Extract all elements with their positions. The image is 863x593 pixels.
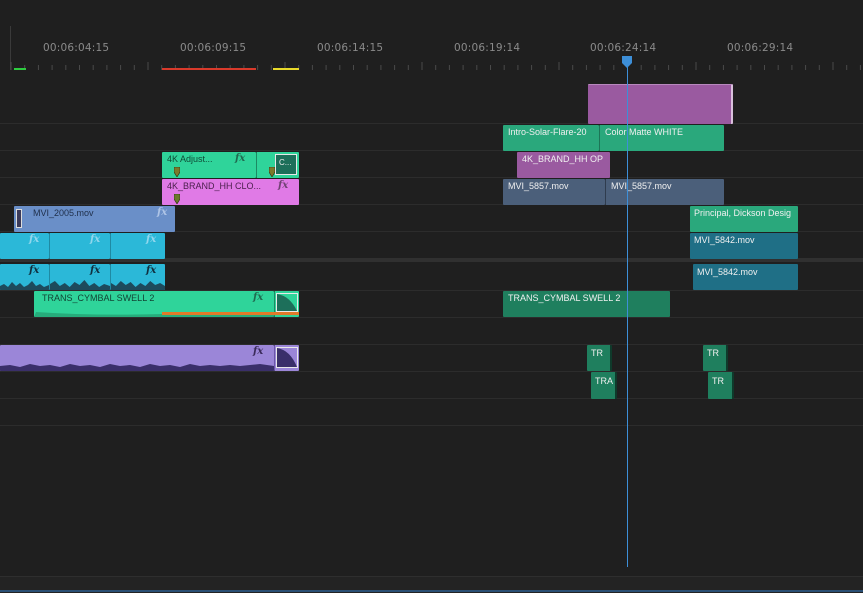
- clip-label: MVI_5857.mov: [611, 181, 672, 191]
- fx-badge: fx: [90, 234, 101, 245]
- clip-label: TR: [591, 348, 603, 358]
- timeline-panel[interactable]: 00:06:04:15 00:06:09:15 00:06:14:15 00:0…: [0, 0, 863, 593]
- clip-tr-1[interactable]: TR: [587, 345, 612, 371]
- waveform: [111, 281, 165, 290]
- clip-label: TRANS_CYMBAL SWELL 2: [508, 293, 621, 303]
- clip-4k-brand-hh-op[interactable]: 4K_BRAND_HH OP: [517, 152, 610, 178]
- clip-audio-cyan-1[interactable]: fx: [0, 264, 49, 290]
- keyframe-icon[interactable]: [269, 167, 275, 177]
- clip-thumbnail: [16, 209, 22, 228]
- clip-cyan-1[interactable]: fx: [0, 233, 49, 259]
- clip-mvi-5857-b[interactable]: MVI_5857.mov: [605, 179, 724, 205]
- clip-tra-1[interactable]: TRA: [591, 372, 617, 399]
- playhead-line[interactable]: [627, 62, 628, 567]
- track-divider: [0, 150, 863, 151]
- clip-principal[interactable]: Principal, Dickson Desig: [690, 206, 798, 232]
- clip-intro-solar-flare[interactable]: Intro-Solar-Flare-20: [503, 125, 599, 151]
- clip-label: TR: [707, 348, 719, 358]
- clip-label: Principal, Dickson Desig: [694, 208, 792, 218]
- waveform: [0, 281, 49, 290]
- track-divider: [0, 123, 863, 124]
- ruler-timecode: 00:06:29:14: [727, 42, 794, 54]
- ruler-timecode: 00:06:19:14: [454, 42, 521, 54]
- clip-audio-cyan-3[interactable]: fx: [110, 264, 165, 290]
- transition-box[interactable]: C...: [275, 154, 297, 175]
- ruler-timecode: 00:06:09:15: [180, 42, 247, 54]
- track-divider: [0, 425, 863, 426]
- clip-purple-block[interactable]: [588, 84, 733, 124]
- clip-label: TR: [712, 376, 724, 386]
- fx-badge: fx: [278, 180, 289, 191]
- clip-lavender-audio[interactable]: fx: [0, 345, 274, 371]
- track-area[interactable]: [0, 71, 863, 593]
- clip-label: 4K_BRAND_HH CLO...: [167, 181, 262, 191]
- keyframe-icon[interactable]: [174, 194, 180, 204]
- playhead-handle-icon[interactable]: [621, 56, 633, 68]
- clip-label: MVI_2005.mov: [33, 208, 94, 218]
- fx-badge: fx: [157, 207, 168, 218]
- clip-label: MVI_5857.mov: [508, 181, 569, 191]
- crossfade-icon[interactable]: [276, 347, 298, 368]
- clip-label: TRA: [595, 376, 613, 386]
- crossfade-icon[interactable]: [276, 293, 298, 312]
- clip-trans-cymbal-swell-2[interactable]: TRANS_CYMBAL SWELL 2: [503, 291, 670, 317]
- clip-mvi-2005[interactable]: MVI_2005.mov fx: [14, 206, 175, 232]
- clip-color-matte[interactable]: Color Matte WHITE: [599, 125, 724, 151]
- marker-red[interactable]: [162, 68, 256, 70]
- track-divider: [0, 177, 863, 178]
- fx-badge: fx: [253, 346, 264, 357]
- fx-badge: fx: [146, 234, 157, 245]
- audio-highlight-bar: [162, 312, 299, 315]
- clip-mvi-5857-a[interactable]: MVI_5857.mov: [503, 179, 605, 205]
- clip-4k-brand-hh-clo[interactable]: 4K_BRAND_HH CLO... fx: [162, 179, 299, 205]
- clip-label: MVI_5842.mov: [697, 267, 758, 277]
- fx-badge: fx: [235, 153, 246, 164]
- ruler-ticks: [10, 62, 861, 70]
- clip-mvi-5842-audio[interactable]: MVI_5842.mov: [693, 264, 798, 290]
- marker-green[interactable]: [14, 68, 26, 70]
- fx-badge: fx: [29, 265, 40, 276]
- clip-label: Intro-Solar-Flare-20: [508, 127, 587, 137]
- fx-badge: fx: [90, 265, 101, 276]
- ruler-timecode: 00:06:24:14: [590, 42, 657, 54]
- waveform: [0, 364, 274, 371]
- time-ruler[interactable]: 00:06:04:15 00:06:09:15 00:06:14:15 00:0…: [0, 0, 863, 72]
- ruler-timecode: 00:06:14:15: [317, 42, 384, 54]
- fx-badge: fx: [29, 234, 40, 245]
- clip-tr-3[interactable]: TR: [708, 372, 734, 399]
- track-divider: [0, 204, 863, 205]
- track-divider: [0, 317, 863, 318]
- clip-mvi-5842-video[interactable]: MVI_5842.mov: [690, 233, 798, 259]
- clip-label: 4K Adjust...: [167, 154, 213, 164]
- fx-badge: fx: [146, 265, 157, 276]
- clip-audio-cyan-2[interactable]: fx: [49, 264, 110, 290]
- clip-lavender-tail[interactable]: [274, 345, 299, 371]
- clip-label: Color Matte WHITE: [605, 127, 684, 137]
- ruler-timecode: 00:06:04:15: [43, 42, 110, 54]
- clip-label: C...: [279, 158, 292, 167]
- clip-label: MVI_5842.mov: [694, 235, 755, 245]
- keyframe-icon[interactable]: [174, 167, 180, 177]
- clip-cyan-3[interactable]: fx: [110, 233, 165, 259]
- clip-label: 4K_BRAND_HH OP: [522, 154, 604, 164]
- marker-yellow[interactable]: [273, 68, 299, 70]
- clip-tr-2[interactable]: TR: [703, 345, 728, 371]
- clip-cyan-2[interactable]: fx: [49, 233, 110, 259]
- clip-4k-adjust-c[interactable]: C...: [256, 152, 299, 178]
- scrollbar-accent: [0, 590, 863, 592]
- waveform: [50, 280, 110, 290]
